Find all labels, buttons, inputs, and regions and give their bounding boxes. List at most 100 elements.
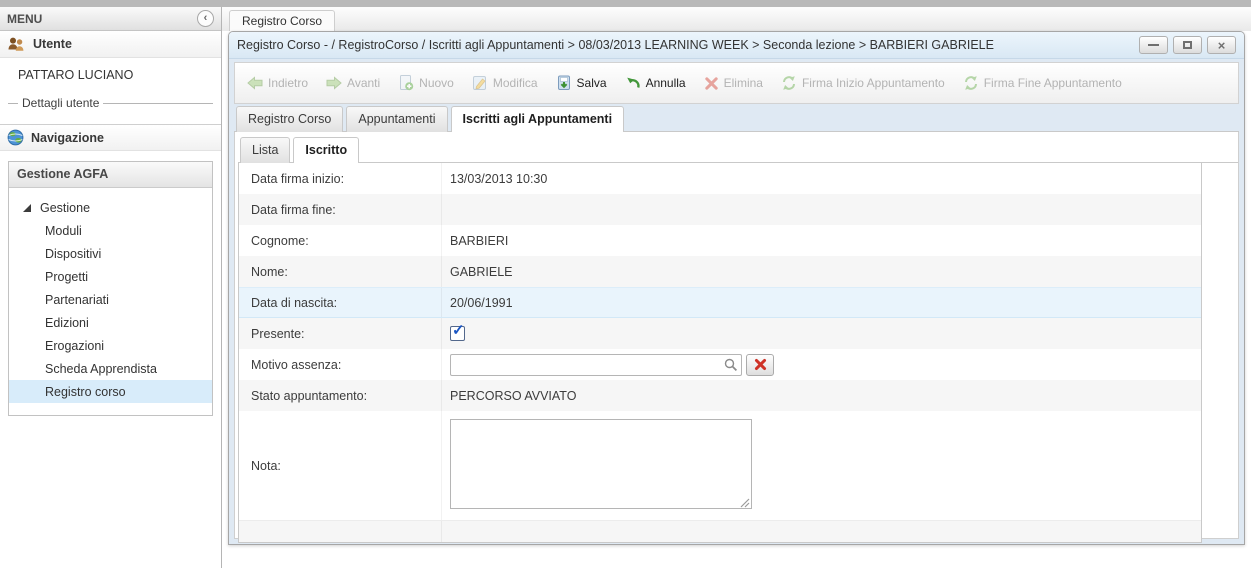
outer-tab-registro-corso[interactable]: Registro Corso bbox=[229, 10, 335, 31]
tree-node-dispositivi[interactable]: Dispositivi bbox=[9, 242, 212, 265]
outer-tabbar: Registro Corso bbox=[222, 7, 1251, 31]
tree-node-erogazioni[interactable]: Erogazioni bbox=[9, 334, 212, 357]
section-label-navigazione: Navigazione bbox=[31, 131, 104, 145]
edit-icon bbox=[472, 75, 488, 91]
minimize-button[interactable] bbox=[1139, 36, 1168, 54]
nuovo-button[interactable]: Nuovo bbox=[398, 75, 454, 91]
maximize-icon bbox=[1183, 41, 1192, 49]
window-controls: × bbox=[1139, 36, 1236, 54]
user-details-legend-label: Dettagli utente bbox=[22, 96, 99, 110]
tree-node-partenariati[interactable]: Partenariati bbox=[9, 288, 212, 311]
field-label: Nota: bbox=[239, 459, 441, 473]
window-titlebar: Registro Corso - / RegistroCorso / Iscri… bbox=[229, 32, 1244, 59]
navigation-tree: Gestione Moduli Dispositivi Progetti Par… bbox=[9, 188, 212, 415]
indietro-button[interactable]: Indietro bbox=[247, 75, 308, 91]
tree-panel-title: Gestione AGFA bbox=[9, 162, 212, 188]
tab-appuntamenti[interactable]: Appuntamenti bbox=[346, 106, 447, 132]
user-details-legend: Dettagli utente bbox=[8, 96, 213, 110]
field-value: PERCORSO AVVIATO bbox=[441, 380, 1201, 411]
field-value: 20/06/1991 bbox=[441, 288, 1201, 317]
form-row-stato-appuntamento: Stato appuntamento: PERCORSO AVVIATO bbox=[239, 380, 1201, 411]
tree-node-label: Gestione bbox=[40, 201, 90, 215]
resize-grip-icon[interactable] bbox=[739, 497, 750, 508]
tree-node-label: Moduli bbox=[45, 224, 82, 238]
subtab-iscritto[interactable]: Iscritto bbox=[293, 137, 359, 163]
tabstrip-level1: Registro Corso Appuntamenti Iscritti agl… bbox=[234, 106, 1239, 132]
red-x-icon bbox=[754, 358, 767, 371]
button-label: Elimina bbox=[724, 76, 763, 90]
iscritto-form: Data firma inizio: 13/03/2013 10:30 Data… bbox=[238, 162, 1202, 543]
user-details-body: PATTARO LUCIANO Dettagli utente bbox=[0, 58, 221, 124]
page-top-strip bbox=[0, 0, 1251, 7]
tabstrip-level2: Lista Iscritto bbox=[238, 137, 1238, 163]
clear-motivo-assenza-button[interactable] bbox=[746, 354, 774, 376]
tree-expander-icon[interactable] bbox=[23, 204, 31, 212]
menu-title: MENU bbox=[7, 12, 42, 26]
field-label: Data firma inizio: bbox=[239, 172, 441, 186]
close-icon: × bbox=[1218, 39, 1226, 52]
firma-inizio-appuntamento-button[interactable]: Firma Inizio Appuntamento bbox=[781, 75, 945, 91]
field-label: Cognome: bbox=[239, 234, 441, 248]
maximize-button[interactable] bbox=[1173, 36, 1202, 54]
button-label: Nuovo bbox=[419, 76, 454, 90]
nota-textarea[interactable] bbox=[450, 419, 752, 509]
tab-iscritti-agli-appuntamenti[interactable]: Iscritti agli Appuntamenti bbox=[451, 106, 625, 132]
field-label: Presente: bbox=[239, 327, 441, 341]
field-value: 13/03/2013 10:30 bbox=[441, 163, 1201, 194]
modifica-button[interactable]: Modifica bbox=[472, 75, 538, 91]
close-button[interactable]: × bbox=[1207, 36, 1236, 54]
button-label: Salva bbox=[577, 76, 607, 90]
tree-node-progetti[interactable]: Progetti bbox=[9, 265, 212, 288]
window-title: Registro Corso - / RegistroCorso / Iscri… bbox=[237, 38, 1129, 52]
button-label: Modifica bbox=[493, 76, 538, 90]
form-row-presente: Presente: ✓ bbox=[239, 318, 1201, 349]
button-label: Indietro bbox=[268, 76, 308, 90]
section-header-navigazione[interactable]: Navigazione bbox=[0, 124, 221, 151]
button-label: Annulla bbox=[646, 76, 686, 90]
tree-node-gestione[interactable]: Gestione bbox=[9, 196, 212, 219]
button-label: Firma Fine Appuntamento bbox=[984, 76, 1122, 90]
tree-node-label: Progetti bbox=[45, 270, 88, 284]
globe-icon bbox=[7, 129, 24, 146]
field-value: BARBIERI bbox=[441, 225, 1201, 256]
salva-button[interactable]: Salva bbox=[556, 75, 607, 91]
tab-content: Lista Iscritto Data firma inizio: 13/03/… bbox=[234, 132, 1239, 539]
form-footer-row bbox=[239, 520, 1201, 542]
section-header-utente[interactable]: Utente bbox=[0, 31, 221, 58]
form-row-data-di-nascita: Data di nascita: 20/06/1991 bbox=[239, 287, 1201, 318]
field-label: Motivo assenza: bbox=[239, 358, 441, 372]
annulla-button[interactable]: Annulla bbox=[625, 75, 686, 91]
form-row-nome: Nome: GABRIELE bbox=[239, 256, 1201, 287]
avanti-button[interactable]: Avanti bbox=[326, 75, 380, 91]
elimina-button[interactable]: Elimina bbox=[704, 76, 763, 91]
firma-fine-appuntamento-button[interactable]: Firma Fine Appuntamento bbox=[963, 75, 1122, 91]
page-add-icon bbox=[398, 75, 414, 91]
users-icon bbox=[7, 36, 26, 52]
arrow-left-icon bbox=[247, 75, 263, 91]
section-label-utente: Utente bbox=[33, 37, 72, 51]
tree-node-registro-corso[interactable]: Registro corso bbox=[9, 380, 212, 403]
registro-corso-window: Registro Corso - / RegistroCorso / Iscri… bbox=[228, 31, 1245, 545]
tree-node-scheda-apprendista[interactable]: Scheda Apprendista bbox=[9, 357, 212, 380]
collapse-sidebar-icon[interactable]: ‹ bbox=[197, 10, 214, 27]
tab-registro-corso[interactable]: Registro Corso bbox=[236, 106, 343, 132]
field-label: Data di nascita: bbox=[239, 296, 441, 310]
main-area: Registro Corso Registro Corso - / Regist… bbox=[222, 7, 1251, 568]
undo-icon bbox=[625, 75, 641, 91]
presente-checkbox[interactable]: ✓ bbox=[450, 326, 465, 341]
field-value bbox=[441, 194, 1201, 225]
checkmark-icon: ✓ bbox=[452, 321, 465, 339]
tree-node-edizioni[interactable]: Edizioni bbox=[9, 311, 212, 334]
tree-node-label: Registro corso bbox=[45, 385, 126, 399]
field-label: Stato appuntamento: bbox=[239, 389, 441, 403]
motivo-assenza-input[interactable] bbox=[450, 354, 742, 376]
delete-icon bbox=[704, 76, 719, 91]
tree-node-moduli[interactable]: Moduli bbox=[9, 219, 212, 242]
subtab-lista[interactable]: Lista bbox=[240, 137, 290, 163]
search-icon[interactable] bbox=[723, 357, 739, 373]
tree-node-label: Scheda Apprendista bbox=[45, 362, 157, 376]
tree-node-label: Partenariati bbox=[45, 293, 109, 307]
minimize-icon bbox=[1148, 44, 1159, 46]
field-label: Data firma fine: bbox=[239, 203, 441, 217]
button-label: Firma Inizio Appuntamento bbox=[802, 76, 945, 90]
